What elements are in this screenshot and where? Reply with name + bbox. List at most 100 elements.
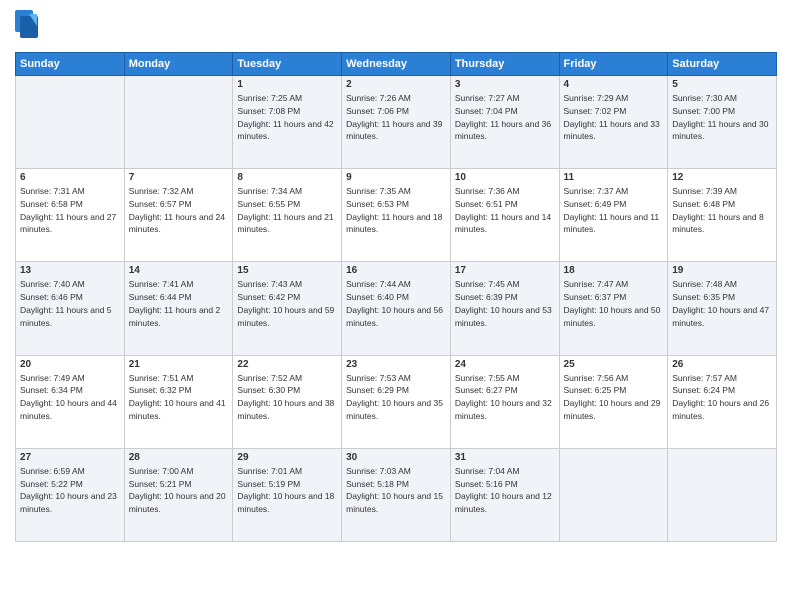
- daylight-text: Daylight: 11 hours and 11 minutes.: [564, 212, 660, 235]
- header: [15, 10, 777, 44]
- calendar-cell: 22Sunrise: 7:52 AMSunset: 6:30 PMDayligh…: [233, 355, 342, 448]
- day-info: Sunrise: 7:47 AMSunset: 6:37 PMDaylight:…: [564, 278, 664, 329]
- calendar-cell: 15Sunrise: 7:43 AMSunset: 6:42 PMDayligh…: [233, 262, 342, 355]
- daylight-text: Daylight: 10 hours and 15 minutes.: [346, 491, 443, 514]
- sunset-text: Sunset: 6:39 PM: [455, 292, 518, 302]
- calendar-cell: 12Sunrise: 7:39 AMSunset: 6:48 PMDayligh…: [668, 169, 777, 262]
- sunrise-text: Sunrise: 7:47 AM: [564, 279, 629, 289]
- day-number: 6: [20, 172, 120, 183]
- sunset-text: Sunset: 6:27 PM: [455, 385, 518, 395]
- calendar-container: SundayMondayTuesdayWednesdayThursdayFrid…: [0, 0, 792, 612]
- calendar-cell: 28Sunrise: 7:00 AMSunset: 5:21 PMDayligh…: [124, 448, 233, 541]
- sunset-text: Sunset: 5:22 PM: [20, 479, 83, 489]
- weekday-header: Sunday: [16, 53, 125, 76]
- daylight-text: Daylight: 10 hours and 32 minutes.: [455, 398, 552, 421]
- calendar-cell: 4Sunrise: 7:29 AMSunset: 7:02 PMDaylight…: [559, 76, 668, 169]
- day-number: 31: [455, 452, 555, 463]
- calendar-week-row: 1 Sunrise: 7:25 AMSunset: 7:08 PMDaylight…: [16, 76, 777, 169]
- calendar-cell: 8Sunrise: 7:34 AMSunset: 6:55 PMDaylight…: [233, 169, 342, 262]
- sunset-text: Sunset: 7:04 PM: [455, 106, 518, 116]
- daylight-text: Daylight: 11 hours and 36 minutes.: [455, 119, 551, 142]
- day-info: Sunrise: 7:55 AMSunset: 6:27 PMDaylight:…: [455, 372, 555, 423]
- daylight-text: Daylight: 10 hours and 35 minutes.: [346, 398, 443, 421]
- daylight-text: Daylight: 10 hours and 53 minutes.: [455, 305, 552, 328]
- daylight-text: Daylight: 11 hours and 30 minutes.: [672, 119, 768, 142]
- day-info: Sunrise: 7:40 AMSunset: 6:46 PMDaylight:…: [20, 278, 120, 329]
- day-number: 18: [564, 265, 664, 276]
- day-info: Sunrise: 7:01 AM Sunset: 5:19 PM Daylight:…: [237, 465, 337, 516]
- day-info: Sunrise: 7:36 AMSunset: 6:51 PMDaylight:…: [455, 185, 555, 236]
- day-info: Sunrise: 7:53 AMSunset: 6:29 PMDaylight:…: [346, 372, 446, 423]
- day-number: 8: [237, 172, 337, 183]
- sunset-text: Sunset: 7:00 PM: [672, 106, 735, 116]
- day-number: 2: [346, 79, 446, 90]
- day-info: Sunrise: 6:59 AMSunset: 5:22 PMDaylight:…: [20, 465, 120, 516]
- day-number: 4: [564, 79, 664, 90]
- sunset-text: Sunset: 6:24 PM: [672, 385, 735, 395]
- calendar-cell: 20Sunrise: 7:49 AMSunset: 6:34 PMDayligh…: [16, 355, 125, 448]
- calendar-table: SundayMondayTuesdayWednesdayThursdayFrid…: [15, 52, 777, 542]
- sunrise-text: Sunrise: 7:43 AM: [237, 279, 302, 289]
- day-number: 14: [129, 265, 229, 276]
- daylight-text: Daylight: 11 hours and 21 minutes.: [237, 212, 333, 235]
- sunrise-text: Sunrise: 7:26 AM: [346, 93, 411, 103]
- day-number: 30: [346, 452, 446, 463]
- daylight-text: Daylight: 10 hours and 50 minutes.: [564, 305, 661, 328]
- logo-icon: [15, 10, 43, 44]
- day-number: 25: [564, 359, 664, 370]
- sunrise-text: Sunrise: 7:01 AM: [237, 466, 302, 476]
- calendar-cell: 25 Sunrise: 7:56 AMSunset: 6:25 PMDayligh…: [559, 355, 668, 448]
- calendar-cell: [559, 448, 668, 541]
- sunset-text: Sunset: 5:16 PM: [455, 479, 518, 489]
- daylight-text: Daylight: 11 hours and 5 minutes.: [20, 305, 112, 328]
- calendar-cell: 11Sunrise: 7:37 AMSunset: 6:49 PMDayligh…: [559, 169, 668, 262]
- daylight-text: Daylight: 11 hours and 2 minutes.: [129, 305, 221, 328]
- day-info: Sunrise: 7:41 AMSunset: 6:44 PMDaylight:…: [129, 278, 229, 329]
- daylight-text: Daylight: 11 hours and 18 minutes.: [346, 212, 442, 235]
- day-info: Sunrise: 7:56 AMSunset: 6:25 PMDaylight:…: [564, 372, 664, 423]
- day-number: 19: [672, 265, 772, 276]
- day-number: 13: [20, 265, 120, 276]
- sunrise-text: Sunrise: 7:40 AM: [20, 279, 85, 289]
- daylight-text: Daylight: 11 hours and 39 minutes.: [346, 119, 442, 142]
- day-info: Sunrise: 7:51 AMSunset: 6:32 PMDaylight:…: [129, 372, 229, 423]
- sunrise-text: Sunrise: 7:51 AM: [129, 373, 194, 383]
- calendar-cell: [668, 448, 777, 541]
- day-number: 1: [237, 79, 337, 90]
- day-number: 9: [346, 172, 446, 183]
- day-number: 10: [455, 172, 555, 183]
- sunset-text: Sunset: 6:35 PM: [672, 292, 735, 302]
- day-number: 23: [346, 359, 446, 370]
- day-info: Sunrise: 7:03 AMSunset: 5:18 PMDaylight:…: [346, 465, 446, 516]
- sunrise-text: Sunrise: 7:30 AM: [672, 93, 737, 103]
- calendar-cell: 23 Sunrise: 7:53 AMSunset: 6:29 PMDayligh…: [342, 355, 451, 448]
- day-info: Sunrise: 7:25 AMSunset: 7:08 PMDaylight:…: [237, 92, 337, 143]
- sunrise-text: Sunrise: 7:39 AM: [672, 186, 737, 196]
- calendar-cell: 14 Sunrise: 7:41 AMSunset: 6:44 PMDayligh…: [124, 262, 233, 355]
- day-info: Sunrise: 7:26 AMSunset: 7:06 PMDaylight:…: [346, 92, 446, 143]
- daylight-text: Daylight: 10 hours and 59 minutes.: [237, 305, 334, 328]
- daylight-text: Daylight: 11 hours and 14 minutes.: [455, 212, 551, 235]
- calendar-cell: 5Sunrise: 7:30 AMSunset: 7:00 PMDaylight…: [668, 76, 777, 169]
- sunrise-text: Sunrise: 7:49 AM: [20, 373, 85, 383]
- sunrise-text: Sunrise: 7:27 AM: [455, 93, 520, 103]
- calendar-cell: [124, 76, 233, 169]
- weekday-header: Friday: [559, 53, 668, 76]
- sunset-text: Sunset: 5:19 PM: [237, 479, 300, 489]
- day-number: 20: [20, 359, 120, 370]
- sunset-text: Sunset: 6:57 PM: [129, 199, 192, 209]
- daylight-text: Daylight: 11 hours and 24 minutes.: [129, 212, 225, 235]
- sunset-text: Sunset: 6:53 PM: [346, 199, 409, 209]
- calendar-cell: 29 Sunrise: 7:01 AM Sunset: 5:19 PM Dayligh…: [233, 448, 342, 541]
- calendar-cell: 6Sunrise: 7:31 AMSunset: 6:58 PMDaylight…: [16, 169, 125, 262]
- daylight-text: Daylight: 10 hours and 18 minutes.: [237, 491, 334, 514]
- day-number: 3: [455, 79, 555, 90]
- daylight-text: Daylight: 10 hours and 38 minutes.: [237, 398, 334, 421]
- sunrise-text: Sunrise: 7:25 AM: [237, 93, 302, 103]
- calendar-week-row: 13 Sunrise: 7:40 AMSunset: 6:46 PMDayligh…: [16, 262, 777, 355]
- day-number: 29: [237, 452, 337, 463]
- sunrise-text: Sunrise: 7:04 AM: [455, 466, 520, 476]
- daylight-text: Daylight: 10 hours and 26 minutes.: [672, 398, 769, 421]
- sunrise-text: Sunrise: 6:59 AM: [20, 466, 85, 476]
- calendar-cell: 17Sunrise: 7:45 AMSunset: 6:39 PMDayligh…: [450, 262, 559, 355]
